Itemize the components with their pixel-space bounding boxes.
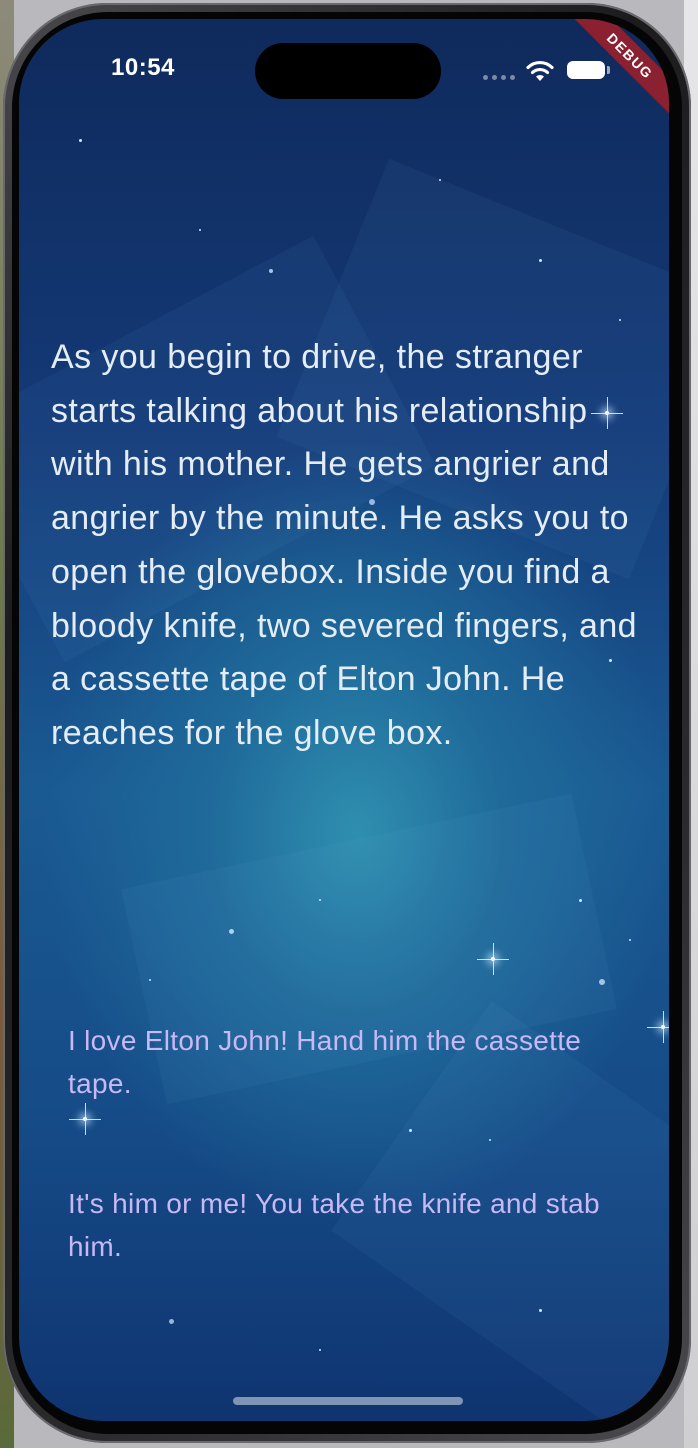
battery-icon [567,61,610,79]
choice-button-2[interactable]: It's him or me! You take the knife and s… [68,1182,628,1268]
star [539,1309,542,1312]
star [149,979,151,981]
star [169,1319,174,1324]
star [199,229,201,231]
star [619,319,621,321]
star [489,1139,491,1141]
dynamic-island [255,43,441,99]
story-text: As you begin to drive, the stranger star… [51,338,637,752]
choice-button-1[interactable]: I love Elton John! Hand him the cassette… [68,1019,628,1105]
status-bar-time: 10:54 [111,54,175,81]
star [579,899,582,902]
star [439,179,441,181]
star [409,1129,412,1132]
app-screen: 10:54 DEBUG As you begin to drive, the s… [19,19,669,1421]
star [79,139,82,142]
cellular-signal-icon [483,75,515,80]
star [319,1349,321,1351]
star [269,269,273,273]
star [539,259,542,262]
star [629,939,631,941]
star [599,979,605,985]
star [229,929,234,934]
wifi-icon [526,60,554,81]
sparkle [477,943,509,975]
star [319,899,321,901]
sparkle [647,1011,669,1043]
sparkle [69,1103,101,1135]
home-indicator[interactable] [233,1397,463,1405]
